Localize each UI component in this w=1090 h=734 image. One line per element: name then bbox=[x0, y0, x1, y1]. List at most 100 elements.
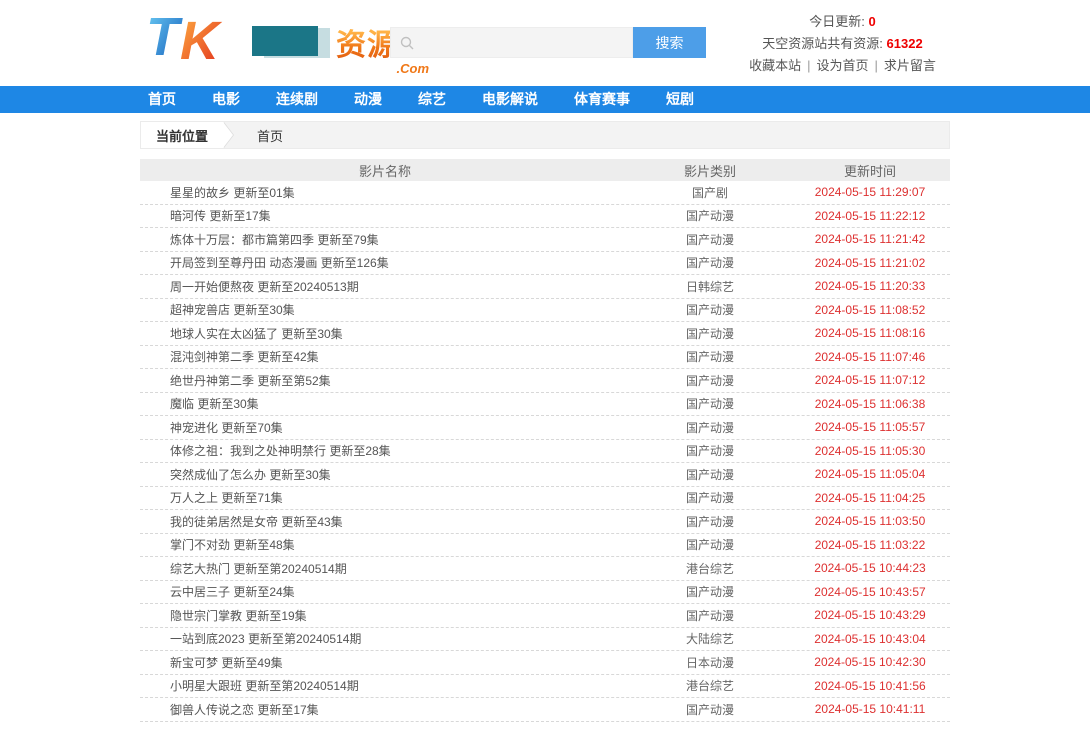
quick-link-3[interactable]: 求片留言 bbox=[884, 58, 936, 73]
movie-title-link[interactable]: 我的徒弟居然是女帝 更新至43集 bbox=[170, 515, 343, 529]
movie-title-link[interactable]: 魔临 更新至30集 bbox=[170, 397, 259, 411]
logo-teal-block bbox=[252, 26, 318, 56]
movie-title-link[interactable]: 体修之祖：我到之处神明禁行 更新至28集 bbox=[170, 444, 391, 458]
quick-link-1[interactable]: 收藏本站 bbox=[749, 58, 801, 73]
movie-title-link[interactable]: 星星的故乡 更新至01集 bbox=[170, 186, 295, 200]
movie-title-link[interactable]: 超神宠兽店 更新至30集 bbox=[170, 303, 295, 317]
table-row: 超神宠兽店 更新至30集 国产动漫 2024-05-15 11:08:52 bbox=[140, 299, 950, 323]
movie-name-cell: 突然成仙了怎么办 更新至30集 bbox=[140, 466, 630, 483]
quick-link-separator: | bbox=[875, 58, 878, 73]
nav-item-1[interactable]: 首页 bbox=[148, 86, 176, 113]
table-row: 神宠进化 更新至70集 国产动漫 2024-05-15 11:05:57 bbox=[140, 416, 950, 440]
movie-name-cell: 掌门不对劲 更新至48集 bbox=[140, 536, 630, 553]
table-row: 小明星大跟班 更新至第20240514期 港台综艺 2024-05-15 10:… bbox=[140, 675, 950, 699]
movie-category: 国产动漫 bbox=[630, 395, 790, 412]
movie-category: 国产动漫 bbox=[630, 513, 790, 530]
movie-title-link[interactable]: 混沌剑神第二季 更新至42集 bbox=[170, 350, 319, 364]
table-row: 突然成仙了怎么办 更新至30集 国产动漫 2024-05-15 11:05:04 bbox=[140, 463, 950, 487]
movie-title-link[interactable]: 炼体十万层：都市篇第四季 更新至79集 bbox=[170, 233, 379, 247]
movie-name-cell: 云中居三子 更新至24集 bbox=[140, 583, 630, 600]
movie-title-link[interactable]: 神宠进化 更新至70集 bbox=[170, 421, 283, 435]
movie-update-time: 2024-05-15 11:03:50 bbox=[790, 514, 950, 528]
svg-text:T: T bbox=[146, 10, 183, 67]
movie-title-link[interactable]: 御兽人传说之恋 更新至17集 bbox=[170, 703, 319, 717]
breadcrumb-arrow-icon bbox=[223, 122, 233, 148]
movie-category: 国产动漫 bbox=[630, 419, 790, 436]
movie-update-time: 2024-05-15 10:44:23 bbox=[790, 561, 950, 575]
search-button[interactable]: 搜索 bbox=[633, 27, 706, 58]
table-row: 御兽人传说之恋 更新至17集 国产动漫 2024-05-15 10:41:11 bbox=[140, 698, 950, 722]
movie-category: 国产动漫 bbox=[630, 301, 790, 318]
col-header-name: 影片名称 bbox=[140, 161, 630, 180]
breadcrumb-home-link[interactable]: 首页 bbox=[257, 126, 283, 145]
quick-link-2[interactable]: 设为首页 bbox=[816, 58, 868, 73]
movie-name-cell: 暗河传 更新至17集 bbox=[140, 207, 630, 224]
total-resources-value: 61322 bbox=[887, 36, 923, 51]
nav-item-4[interactable]: 动漫 bbox=[354, 86, 382, 113]
nav-item-2[interactable]: 电影 bbox=[212, 86, 240, 113]
movie-update-time: 2024-05-15 11:21:02 bbox=[790, 256, 950, 270]
movie-title-link[interactable]: 一站到底2023 更新至第20240514期 bbox=[170, 632, 361, 646]
movie-update-time: 2024-05-15 10:42:30 bbox=[790, 655, 950, 669]
movie-title-link[interactable]: 云中居三子 更新至24集 bbox=[170, 585, 295, 599]
search-input[interactable] bbox=[414, 28, 632, 57]
movie-title-link[interactable]: 突然成仙了怎么办 更新至30集 bbox=[170, 468, 331, 482]
nav-item-3[interactable]: 连续剧 bbox=[276, 86, 318, 113]
movie-name-cell: 我的徒弟居然是女帝 更新至43集 bbox=[140, 513, 630, 530]
search-box[interactable] bbox=[390, 27, 633, 58]
movie-title-link[interactable]: 新宝可梦 更新至49集 bbox=[170, 656, 283, 670]
movie-name-cell: 周一开始便熬夜 更新至20240513期 bbox=[140, 278, 630, 295]
nav-item-7[interactable]: 体育赛事 bbox=[574, 86, 630, 113]
table-header: 影片名称 影片类别 更新时间 bbox=[140, 159, 950, 181]
movie-title-link[interactable]: 综艺大热门 更新至第20240514期 bbox=[170, 562, 347, 576]
table-row: 炼体十万层：都市篇第四季 更新至79集 国产动漫 2024-05-15 11:2… bbox=[140, 228, 950, 252]
movie-update-time: 2024-05-15 11:20:33 bbox=[790, 279, 950, 293]
nav-item-8[interactable]: 短剧 bbox=[666, 86, 694, 113]
movie-category: 国产动漫 bbox=[630, 489, 790, 506]
movie-title-link[interactable]: 小明星大跟班 更新至第20240514期 bbox=[170, 679, 359, 693]
movie-title-link[interactable]: 地球人实在太凶猛了 更新至30集 bbox=[170, 327, 343, 341]
table-row: 综艺大热门 更新至第20240514期 港台综艺 2024-05-15 10:4… bbox=[140, 557, 950, 581]
movie-title-link[interactable]: 掌门不对劲 更新至48集 bbox=[170, 538, 295, 552]
movie-name-cell: 开局签到至尊丹田 动态漫画 更新至126集 bbox=[140, 254, 630, 271]
movie-name-cell: 一站到底2023 更新至第20240514期 bbox=[140, 630, 630, 647]
movie-category: 港台综艺 bbox=[630, 560, 790, 577]
movie-name-cell: 御兽人传说之恋 更新至17集 bbox=[140, 701, 630, 718]
movie-title-link[interactable]: 暗河传 更新至17集 bbox=[170, 209, 271, 223]
movie-title-link[interactable]: 万人之上 更新至71集 bbox=[170, 491, 283, 505]
movie-title-link[interactable]: 隐世宗门掌教 更新至19集 bbox=[170, 609, 307, 623]
movie-update-time: 2024-05-15 11:07:12 bbox=[790, 373, 950, 387]
movie-update-time: 2024-05-15 11:05:57 bbox=[790, 420, 950, 434]
movie-name-cell: 小明星大跟班 更新至第20240514期 bbox=[140, 677, 630, 694]
movie-update-time: 2024-05-15 11:05:04 bbox=[790, 467, 950, 481]
total-resources-label: 天空资源站共有资源: bbox=[762, 36, 886, 51]
quick-link-separator: | bbox=[807, 58, 810, 73]
movie-title-link[interactable]: 开局签到至尊丹田 动态漫画 更新至126集 bbox=[170, 256, 389, 270]
movie-update-time: 2024-05-15 11:07:46 bbox=[790, 350, 950, 364]
table-body: 星星的故乡 更新至01集 国产剧 2024-05-15 11:29:07 暗河传… bbox=[140, 181, 950, 722]
movie-update-time: 2024-05-15 11:29:07 bbox=[790, 185, 950, 199]
movie-name-cell: 万人之上 更新至71集 bbox=[140, 489, 630, 506]
table-row: 绝世丹神第二季 更新至第52集 国产动漫 2024-05-15 11:07:12 bbox=[140, 369, 950, 393]
movie-category: 国产动漫 bbox=[630, 254, 790, 271]
today-update-value: 0 bbox=[869, 14, 876, 29]
movie-category: 日本动漫 bbox=[630, 654, 790, 671]
table-row: 开局签到至尊丹田 动态漫画 更新至126集 国产动漫 2024-05-15 11… bbox=[140, 252, 950, 276]
total-resources-line: 天空资源站共有资源: 61322 bbox=[735, 33, 950, 55]
movie-category: 国产动漫 bbox=[630, 325, 790, 342]
site-logo[interactable]: T K 资源网 .Com bbox=[146, 10, 429, 76]
breadcrumb: 当前位置 首页 bbox=[140, 121, 950, 149]
movie-update-time: 2024-05-15 10:41:56 bbox=[790, 679, 950, 693]
table-row: 星星的故乡 更新至01集 国产剧 2024-05-15 11:29:07 bbox=[140, 181, 950, 205]
nav-item-5[interactable]: 综艺 bbox=[418, 86, 446, 113]
movie-name-cell: 魔临 更新至30集 bbox=[140, 395, 630, 412]
table-row: 暗河传 更新至17集 国产动漫 2024-05-15 11:22:12 bbox=[140, 205, 950, 229]
movie-title-link[interactable]: 绝世丹神第二季 更新至第52集 bbox=[170, 374, 331, 388]
movie-name-cell: 炼体十万层：都市篇第四季 更新至79集 bbox=[140, 231, 630, 248]
movie-name-cell: 新宝可梦 更新至49集 bbox=[140, 654, 630, 671]
movie-title-link[interactable]: 周一开始便熬夜 更新至20240513期 bbox=[170, 280, 359, 294]
col-header-time: 更新时间 bbox=[790, 161, 950, 180]
site-stats: 今日更新: 0 天空资源站共有资源: 61322 收藏本站|设为首页|求片留言 bbox=[735, 11, 950, 77]
tk-logo-icon: T K bbox=[146, 10, 250, 68]
nav-item-6[interactable]: 电影解说 bbox=[482, 86, 538, 113]
